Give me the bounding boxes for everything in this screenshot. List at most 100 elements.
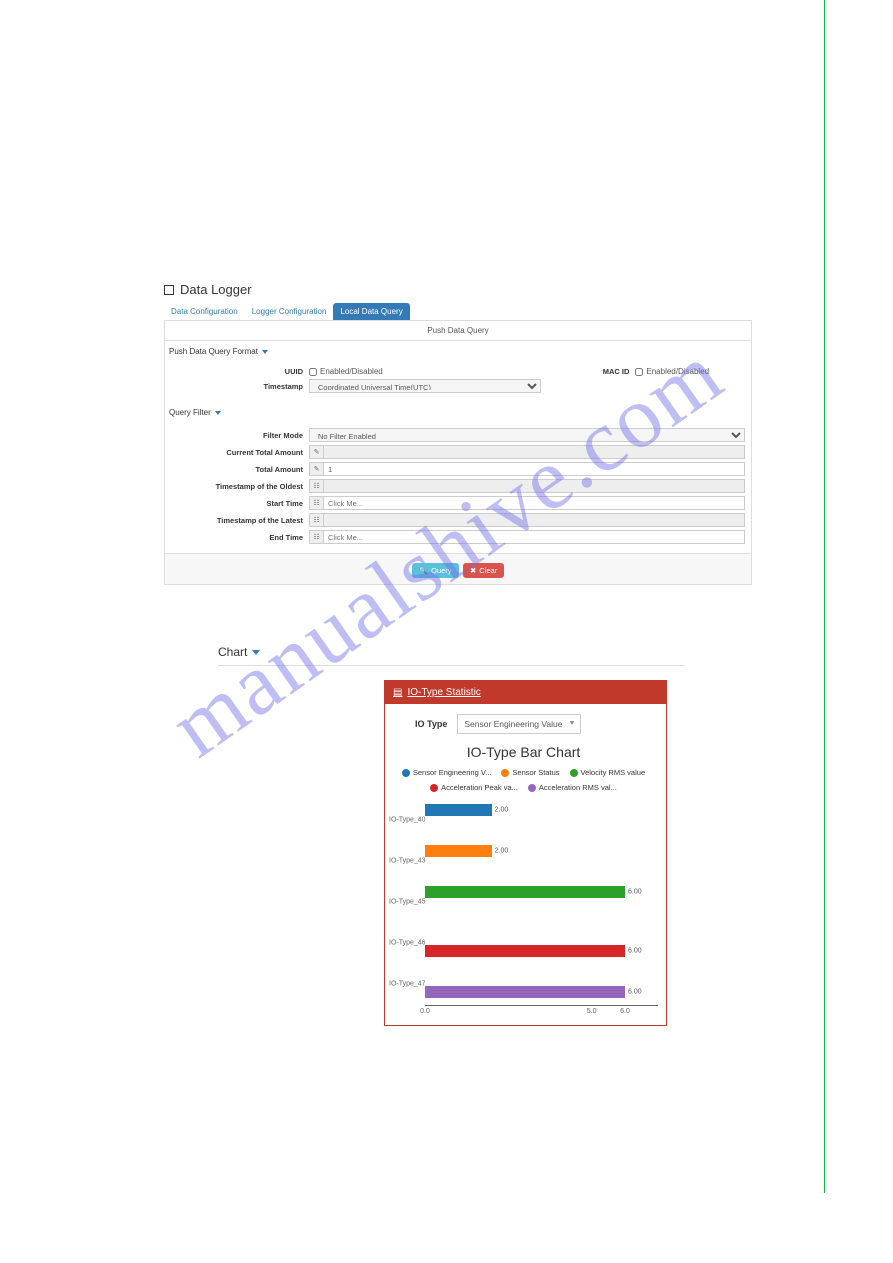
caret-down-icon — [262, 350, 268, 354]
bar-value-label: 6.00 — [628, 989, 642, 996]
section-query-filter[interactable]: Query Filter — [165, 402, 751, 423]
iotype-statistic-panel: ▤ IO-Type Statistic IO Type Sensor Engin… — [384, 680, 667, 1026]
chart-category-group: 2.00 — [425, 841, 658, 882]
chart-bar: 6.00 — [425, 945, 625, 957]
section-push-data-query-format[interactable]: Push Data Query Format — [165, 341, 751, 362]
chart-bar: 2.00 — [425, 804, 492, 816]
uuid-checkbox-input[interactable] — [309, 368, 317, 376]
clear-button-label: Clear — [479, 566, 497, 575]
format-form: UUID Enabled/Disabled MAC ID Enabled/Dis… — [165, 362, 751, 402]
calendar-icon: ☷ — [309, 530, 323, 544]
chart-category-group: 6.00 — [425, 964, 658, 1005]
query-button[interactable]: 🔍 Query — [412, 563, 459, 578]
legend-label: Velocity RMS value — [581, 768, 646, 777]
bar-value-label: 6.00 — [628, 948, 642, 955]
filter-form: Filter Mode No Filter Enabled Current To… — [165, 423, 751, 553]
chart-bar: 2.00 — [425, 845, 492, 857]
y-category-label: IO-Type_43 — [389, 858, 426, 865]
bar-chart-title: IO-Type Bar Chart — [389, 744, 658, 760]
chart-bar: 6.00 — [425, 886, 625, 898]
panel-header: Push Data Query — [165, 321, 751, 341]
ts-oldest-label: Timestamp of the Oldest — [171, 482, 309, 491]
iotype-selector-row: IO Type Sensor Engineering Value ▼ — [389, 714, 658, 734]
end-time-label: End Time — [171, 533, 309, 542]
legend-item[interactable]: Sensor Status — [501, 768, 559, 777]
macid-checkbox-input[interactable] — [635, 368, 643, 376]
chart-section: Chart ▤ IO-Type Statistic IO Type Sensor… — [218, 645, 684, 1026]
section1-label: Push Data Query Format — [169, 347, 258, 356]
uuid-chk-text: Enabled/Disabled — [320, 367, 383, 376]
section2-label: Query Filter — [169, 408, 211, 417]
timestamp-label: Timestamp — [171, 382, 309, 391]
filter-mode-select[interactable]: No Filter Enabled — [309, 428, 745, 442]
chart-category-group: 2.00 — [425, 800, 658, 841]
chart-body: IO Type Sensor Engineering Value ▼ IO-Ty… — [385, 704, 666, 1025]
legend-item[interactable]: Acceleration RMS val... — [528, 783, 617, 792]
legend-swatch — [570, 769, 578, 777]
ts-latest-input — [323, 513, 745, 527]
x-tick-label: 6.0 — [620, 1008, 630, 1015]
legend-item[interactable]: Velocity RMS value — [570, 768, 646, 777]
legend-label: Sensor Engineering V... — [413, 768, 492, 777]
y-category-label: IO-Type_40 — [389, 817, 426, 824]
start-time-input[interactable] — [323, 496, 745, 510]
search-icon: 🔍 — [419, 566, 428, 575]
caret-down-icon — [215, 411, 221, 415]
start-time-label: Start Time — [171, 499, 309, 508]
chart-plot-area: IO-Type_402.00IO-Type_432.00IO-Type_456.… — [389, 800, 658, 1005]
end-time-input[interactable] — [323, 530, 745, 544]
chart-category-group: 6.00 — [425, 882, 658, 923]
pencil-icon: ✎ — [309, 445, 323, 459]
ts-oldest-input — [323, 479, 745, 493]
iotype-label: IO Type — [415, 719, 447, 729]
chart-header-label: Chart — [218, 645, 247, 659]
tab-local-data-query[interactable]: Local Data Query — [333, 303, 409, 320]
legend-item[interactable]: Acceleration Peak va... — [430, 783, 518, 792]
bar-chart-icon: ▤ — [393, 687, 402, 698]
bar-value-label: 2.00 — [495, 848, 509, 855]
tab-data-configuration[interactable]: Data Configuration — [164, 303, 245, 320]
legend-item[interactable]: Sensor Engineering V... — [402, 768, 492, 777]
y-category-label: IO-Type_47 — [389, 981, 426, 988]
iotype-panel-header: ▤ IO-Type Statistic — [385, 681, 666, 704]
macid-chk-text: Enabled/Disabled — [646, 367, 709, 376]
total-amount-label: Total Amount — [171, 465, 309, 474]
filter-mode-label: Filter Mode — [171, 431, 309, 440]
total-amount-input[interactable] — [323, 462, 745, 476]
page-right-border — [824, 0, 825, 1193]
uuid-checkbox[interactable]: Enabled/Disabled — [309, 367, 383, 376]
x-tick-label: 5.0 — [587, 1008, 597, 1015]
legend-swatch — [501, 769, 509, 777]
chart-x-axis: 0.05.06.0 — [425, 1005, 658, 1017]
calendar-icon: ☷ — [309, 496, 323, 510]
bar-value-label: 6.00 — [628, 889, 642, 896]
legend-label: Acceleration RMS val... — [539, 783, 617, 792]
bar-value-label: 2.00 — [495, 807, 509, 814]
calendar-icon: ☷ — [309, 479, 323, 493]
legend-label: Acceleration Peak va... — [441, 783, 518, 792]
legend-label: Sensor Status — [512, 768, 559, 777]
save-icon — [164, 285, 174, 295]
data-logger-title: Data Logger — [180, 282, 252, 297]
chart-section-header[interactable]: Chart — [218, 645, 684, 666]
macid-checkbox[interactable]: Enabled/Disabled — [635, 367, 709, 376]
tab-logger-configuration[interactable]: Logger Configuration — [245, 303, 334, 320]
chevron-down-icon: ▼ — [569, 720, 576, 727]
iotype-select[interactable]: Sensor Engineering Value ▼ — [457, 714, 581, 734]
y-category-label: IO-Type_46 — [389, 940, 426, 947]
legend-swatch — [430, 784, 438, 792]
pencil-icon: ✎ — [309, 462, 323, 476]
current-total-label: Current Total Amount — [171, 448, 309, 457]
caret-down-icon — [252, 650, 260, 655]
clear-button[interactable]: ✖ Clear — [463, 563, 504, 578]
iotype-panel-title: IO-Type Statistic — [407, 687, 480, 698]
push-data-query-panel: Push Data Query Push Data Query Format U… — [164, 321, 752, 585]
ts-latest-label: Timestamp of the Latest — [171, 516, 309, 525]
timestamp-select[interactable]: Coordinated Universal Time(UTC) — [309, 379, 541, 393]
legend-swatch — [402, 769, 410, 777]
tabs: Data Configuration Logger Configuration … — [164, 303, 752, 321]
x-tick-label: 0.0 — [420, 1008, 430, 1015]
macid-label: MAC ID — [603, 367, 636, 376]
chart-legend: Sensor Engineering V... Sensor Status Velo… — [389, 768, 658, 792]
iotype-select-value: Sensor Engineering Value — [464, 719, 562, 729]
